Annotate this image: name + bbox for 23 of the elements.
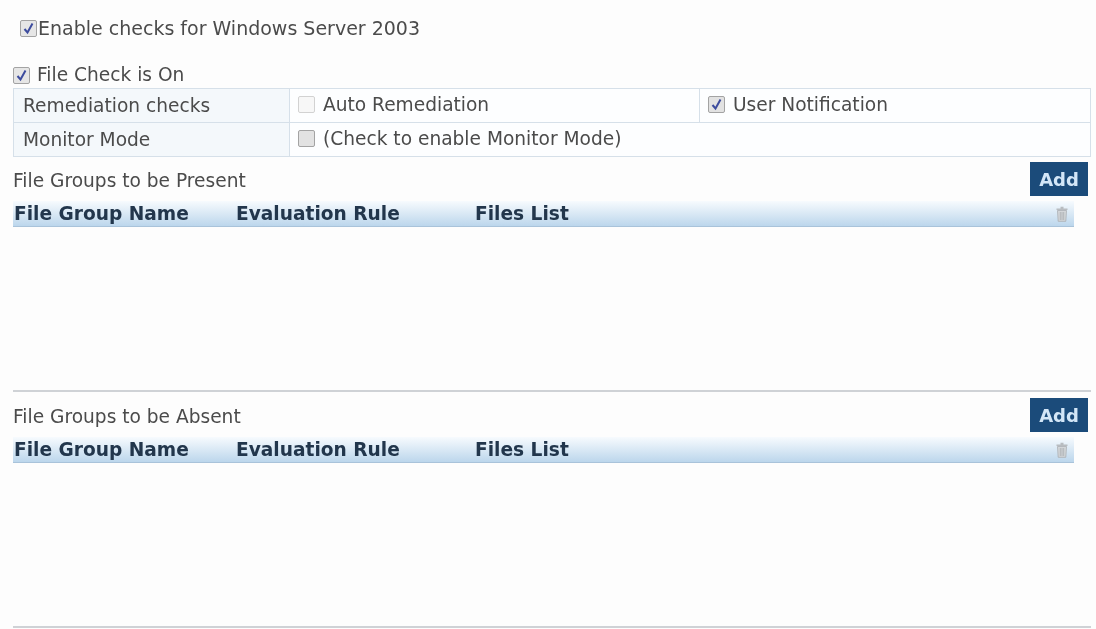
- setting-label: Monitor Mode: [13, 122, 290, 157]
- column-header: Files List: [474, 203, 570, 224]
- checkbox[interactable]: [708, 96, 725, 114]
- checkbox-label: Auto Remediation: [323, 93, 490, 116]
- checkbox[interactable]: [20, 19, 37, 37]
- column-header: File Group Name: [13, 203, 190, 224]
- section-title: File Groups to be Present: [13, 169, 246, 191]
- section-title: File Groups to be Absent: [13, 405, 241, 427]
- column-header: Files List: [474, 439, 570, 460]
- checkbox[interactable]: [13, 66, 30, 84]
- add-button[interactable]: Add: [1030, 398, 1088, 432]
- trash-icon[interactable]: [1056, 205, 1068, 222]
- checkbox-label: (Check to enable Monitor Mode): [323, 127, 622, 150]
- checkbox[interactable]: [298, 130, 315, 148]
- checkbox-label: User Notification: [733, 93, 888, 116]
- checkbox-label: File Check is On: [37, 64, 185, 86]
- add-button[interactable]: Add: [1030, 162, 1088, 196]
- setting-label: Remediation checks: [13, 88, 290, 123]
- column-header: Evaluation Rule: [235, 439, 401, 460]
- trash-icon[interactable]: [1056, 441, 1068, 458]
- column-header: Evaluation Rule: [235, 203, 401, 224]
- column-header: File Group Name: [13, 439, 190, 460]
- checkbox-label: Enable checks for Windows Server 2003: [38, 17, 421, 39]
